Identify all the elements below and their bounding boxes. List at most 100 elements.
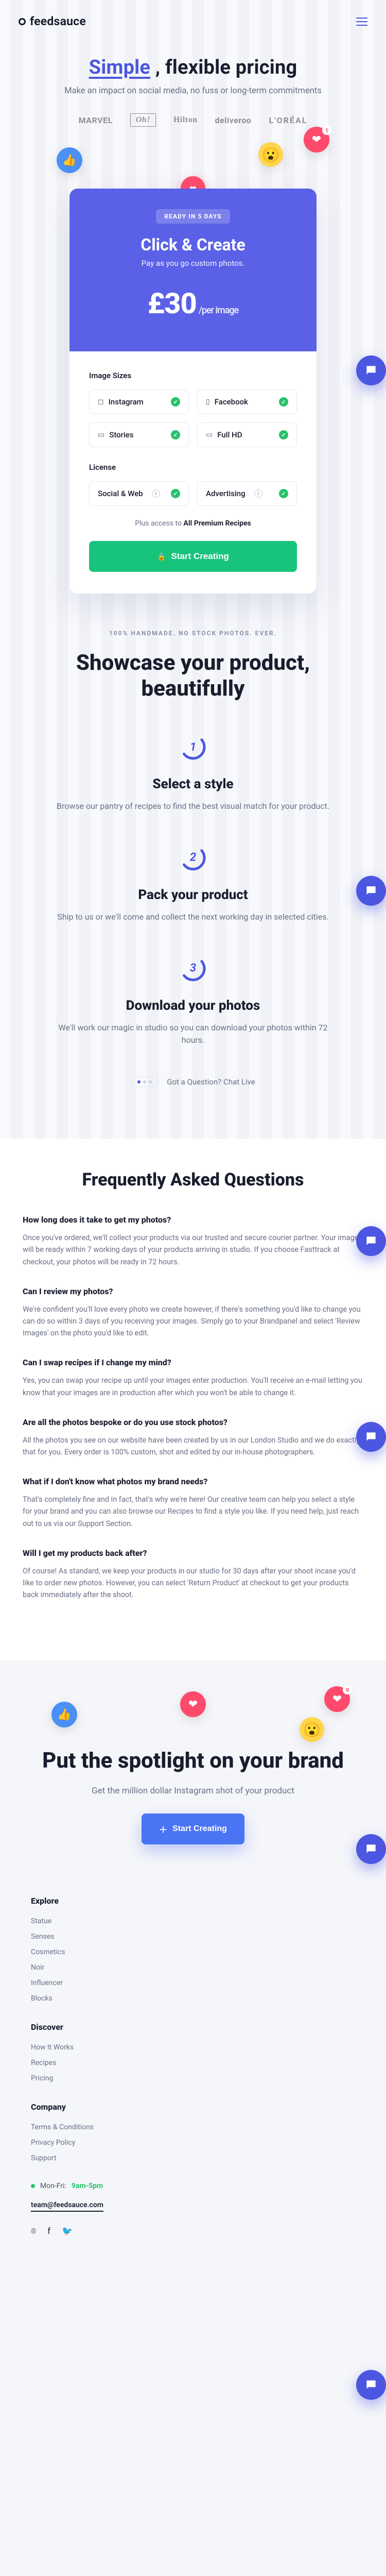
twitter-icon[interactable]: 🐦 <box>62 2226 73 2236</box>
faq-item: How long does it take to get my photos? … <box>23 1215 363 1268</box>
step-2: 2 Pack your product Ship to us or we'll … <box>39 843 347 924</box>
step-3: 3 Download your photos We'll work our ma… <box>39 954 347 1047</box>
ready-badge: READY IN 5 DAYS <box>156 209 230 224</box>
footer-link[interactable]: Pricing <box>31 2074 355 2082</box>
start-creating-button[interactable]: ＋ Start Creating <box>142 1814 244 1844</box>
footer: Explore Statue Senses Cosmetics Noir Inf… <box>0 1865 386 2278</box>
start-creating-button[interactable]: 🔒 Start Creating <box>89 541 297 572</box>
info-icon[interactable]: i <box>152 489 160 498</box>
chat-live-link[interactable]: Got a Question? Chat Live <box>0 1077 386 1087</box>
faq-question: Can I review my photos? <box>23 1286 363 1296</box>
faq-answer: Yes, you can swap your recipe up until y… <box>23 1375 363 1398</box>
like-icon: 👍 <box>51 1702 77 1727</box>
surprise-icon: 😮 <box>300 1717 324 1742</box>
step-heading: Download your photos <box>39 998 347 1013</box>
chat-widget[interactable] <box>356 2370 386 2400</box>
check-icon: ✓ <box>171 489 180 498</box>
footer-link[interactable]: How It Works <box>31 2043 355 2052</box>
check-icon: ✓ <box>171 430 180 439</box>
heart-icon: ❤ <box>180 1691 206 1717</box>
logo-mark-icon <box>19 18 26 25</box>
surprise-icon: 😮 <box>258 142 283 167</box>
footer-col-explore: Explore Statue Senses Cosmetics Noir Inf… <box>31 1896 355 2003</box>
faq-answer: We're confident you'll love every photo … <box>23 1303 363 1340</box>
spotlight-section: 👍 ❤ 😮 ❤9 Put the spotlight on your brand… <box>0 1660 386 1865</box>
check-icon: ✓ <box>279 430 288 439</box>
chat-widget[interactable] <box>356 355 386 385</box>
info-icon[interactable]: i <box>254 489 262 498</box>
footer-link[interactable]: Support <box>31 2154 355 2162</box>
footer-link[interactable]: Influencer <box>31 1979 355 1987</box>
contact-email[interactable]: team@feedsauce.com <box>31 2201 103 2212</box>
faq-item: What if I don't know what photos my bran… <box>23 1477 363 1530</box>
logo[interactable]: feedsauce <box>19 14 86 28</box>
step-swirl-icon: 3 <box>178 954 208 984</box>
faq-answer: Of course! As standard, we keep your pro… <box>23 1565 363 1601</box>
faq-question: Can I swap recipes if I change my mind? <box>23 1358 363 1367</box>
license-label: License <box>89 463 297 472</box>
tall-icon: ▭ <box>98 431 104 439</box>
faq-answer: All the photos you see on our website ha… <box>23 1434 363 1458</box>
footer-link[interactable]: Privacy Policy <box>31 2139 355 2147</box>
square-icon: ◻ <box>98 398 104 406</box>
chat-widget[interactable] <box>356 1422 386 1452</box>
spotlight-title: Put the spotlight on your brand <box>21 1748 365 1774</box>
faq-answer: That's completely fine and in fact, that… <box>23 1494 363 1530</box>
step-1: 1 Select a style Browse our pantry of re… <box>39 732 347 813</box>
size-option-instagram[interactable]: ◻Instagram ✓ <box>89 389 189 414</box>
check-icon: ✓ <box>279 397 288 406</box>
plan-name: Click & Create <box>84 235 302 255</box>
image-sizes-label: Image Sizes <box>89 371 297 380</box>
footer-link[interactable]: Noir <box>31 1963 355 1972</box>
plan-subtitle: Pay as you go custom photos. <box>84 259 302 268</box>
menu-button[interactable] <box>356 18 367 26</box>
faq-question: What if I don't know what photos my bran… <box>23 1477 363 1486</box>
footer-link[interactable]: Senses <box>31 1933 355 1941</box>
heart-icon: ❤1 <box>304 127 329 152</box>
showcase-tagline: 100% HANDMADE. NO STOCK PHOTOS. EVER. <box>0 630 386 637</box>
faq-title: Frequently Asked Questions <box>23 1170 363 1190</box>
size-option-fullhd[interactable]: ▭Full HD ✓ <box>197 422 297 447</box>
step-text: Browse our pantry of recipes to find the… <box>49 800 337 813</box>
hours: Mon-Fri: 9am-5pm <box>31 2182 355 2190</box>
check-icon: ✓ <box>171 397 180 406</box>
brand-marvel: MARVEL <box>79 115 113 125</box>
wide-icon: ▭ <box>206 431 213 439</box>
faq-question: How long does it take to get my photos? <box>23 1215 363 1225</box>
instagram-icon[interactable]: ⌾ <box>31 2226 36 2236</box>
license-option-advertising[interactable]: Advertisingi ✓ <box>197 481 297 506</box>
check-icon: ✓ <box>279 489 288 498</box>
faq-question: Are all the photos bespoke or do you use… <box>23 1417 363 1427</box>
license-option-social[interactable]: Social & Webi ✓ <box>89 481 189 506</box>
footer-heading: Company <box>31 2102 355 2112</box>
step-swirl-icon: 1 <box>178 732 208 762</box>
pager-dots <box>131 1077 159 1087</box>
footer-link[interactable]: Statue <box>31 1917 355 1925</box>
step-swirl-icon: 2 <box>178 843 208 873</box>
step-text: Ship to us or we'll come and collect the… <box>49 911 337 924</box>
footer-link[interactable]: Terms & Conditions <box>31 2123 355 2131</box>
facebook-icon[interactable]: f <box>47 2226 50 2236</box>
brand-deliveroo: deliveroo <box>215 115 251 125</box>
size-option-stories[interactable]: ▭Stories ✓ <box>89 422 189 447</box>
footer-col-company: Company Terms & Conditions Privacy Polic… <box>31 2102 355 2162</box>
footer-col-discover: Discover How It Works Recipes Pricing <box>31 2022 355 2082</box>
heart-count: 9 <box>343 1685 352 1694</box>
page-title: Simple , flexible pricing <box>15 56 371 79</box>
faq-item: Are all the photos bespoke or do you use… <box>23 1417 363 1458</box>
footer-link[interactable]: Recipes <box>31 2059 355 2067</box>
heart-icon: ❤9 <box>324 1686 350 1712</box>
size-option-facebook[interactable]: ▯Facebook ✓ <box>197 389 297 414</box>
footer-heading: Explore <box>31 1896 355 1906</box>
title-accent: Simple <box>89 56 151 79</box>
brand-loreal: L'ORÉAL <box>269 115 307 125</box>
chat-widget[interactable] <box>356 876 386 906</box>
portrait-icon: ▯ <box>206 398 210 406</box>
online-dot-icon <box>31 2184 35 2188</box>
chat-widget[interactable] <box>356 1226 386 1256</box>
chat-widget[interactable] <box>356 1834 386 1864</box>
step-heading: Select a style <box>39 776 347 792</box>
footer-link[interactable]: Cosmetics <box>31 1948 355 1956</box>
showcase-title: Showcase your product, beautifully <box>23 650 363 701</box>
footer-link[interactable]: Blocks <box>31 1994 355 2003</box>
